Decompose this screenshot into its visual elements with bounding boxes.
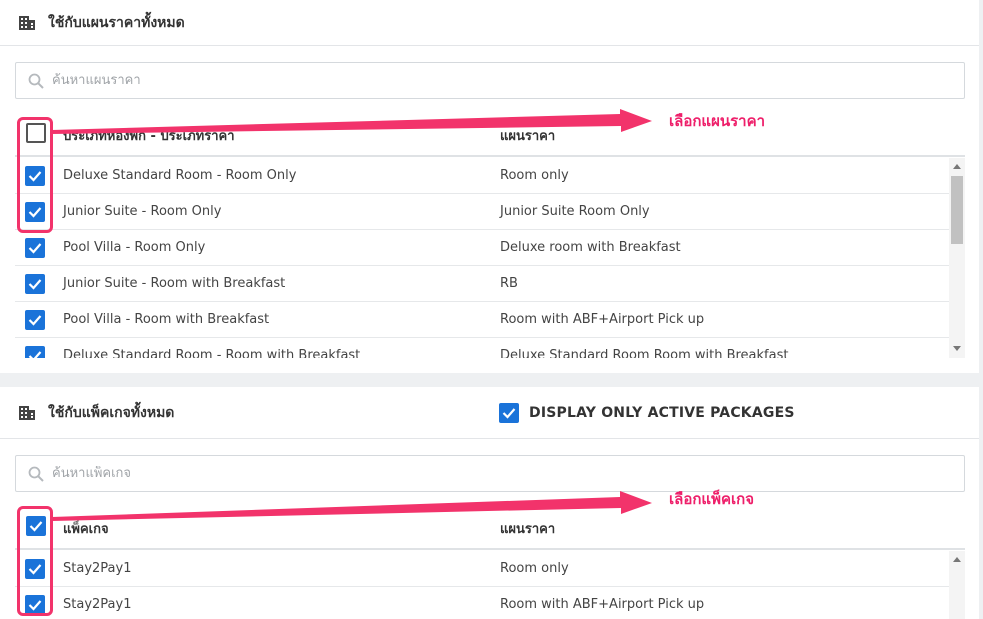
checkmark-icon [502, 408, 516, 419]
column-header-room-type: ประเภทห้องพัก - ประเภทราคา [63, 129, 235, 144]
row-checkbox[interactable] [25, 274, 45, 294]
checkmark-icon [28, 351, 42, 358]
row-cell-name: Junior Suite - Room Only [63, 204, 222, 219]
search-icon [28, 73, 44, 89]
rate-plan-table-header: ประเภทห้องพัก - ประเภทราคา แผนราคา [15, 107, 965, 157]
table-row[interactable]: Deluxe Standard Room - Room Only Room onl… [15, 158, 949, 194]
table-row[interactable]: Stay2Pay1 Room only [15, 551, 949, 587]
package-search-box[interactable] [15, 455, 965, 492]
rate-plan-rows: Deluxe Standard Room - Room Only Room onl… [15, 158, 949, 358]
row-cell-rate-plan: RB [500, 276, 518, 291]
table-row[interactable]: Pool Villa - Room with Breakfast Room wit… [15, 302, 949, 338]
rate-plan-highlight-box [17, 117, 53, 233]
search-icon [28, 466, 44, 482]
row-cell-rate-plan: Room with ABF+Airport Pick up [500, 597, 705, 612]
package-table-header: แพ็คเกจ แผนราคา [15, 500, 965, 550]
building-icon [19, 405, 35, 420]
row-checkbox[interactable] [25, 310, 45, 330]
rate-plan-search-input[interactable] [52, 73, 964, 88]
table-row[interactable]: Deluxe Standard Room - Room with Breakfa… [15, 338, 949, 358]
active-packages-label: DISPLAY ONLY ACTIVE PACKAGES [529, 405, 795, 421]
scroll-down-arrow-icon[interactable] [953, 346, 961, 351]
row-cell-name: Stay2Pay1 [63, 597, 132, 612]
row-cell-name: Pool Villa - Room with Breakfast [63, 312, 270, 327]
row-cell-name: Junior Suite - Room with Breakfast [63, 276, 286, 291]
column-header-package: แพ็คเกจ [63, 522, 109, 537]
package-highlight-box [17, 506, 53, 616]
packages-header: ใช้กับแพ็คเกจทั้งหมด DISPLAY ONLY ACTIVE… [0, 387, 979, 439]
checkmark-icon [28, 315, 42, 326]
packages-title: ใช้กับแพ็คเกจทั้งหมด [48, 404, 175, 421]
row-cell-rate-plan: Room only [500, 561, 569, 576]
rate-plans-title: ใช้กับแผนราคาทั้งหมด [48, 14, 185, 31]
rate-plan-scrollbar[interactable] [949, 158, 965, 358]
rate-plans-panel: ใช้กับแผนราคาทั้งหมด ประเภทห้องพัก - ประ… [0, 0, 979, 373]
scroll-up-arrow-icon[interactable] [953, 557, 961, 562]
row-checkbox[interactable] [25, 346, 45, 358]
column-header-rate-plan: แผนราคา [500, 522, 556, 537]
table-row[interactable]: Stay2Pay1 Room with ABF+Airport Pick up [15, 587, 949, 619]
row-checkbox[interactable] [25, 238, 45, 258]
column-header-rate-plan: แผนราคา [500, 129, 556, 144]
scroll-up-arrow-icon[interactable] [953, 164, 961, 169]
row-cell-name: Deluxe Standard Room - Room Only [63, 168, 297, 183]
package-rows: Stay2Pay1 Room only Stay2Pay1 Room with ABF… [15, 551, 949, 619]
row-cell-rate-plan: Junior Suite Room Only [500, 204, 650, 219]
table-row[interactable]: Pool Villa - Room Only Deluxe room with B… [15, 230, 949, 266]
row-cell-name: Pool Villa - Room Only [63, 240, 206, 255]
row-cell-name: Deluxe Standard Room - Room with Breakfa… [63, 348, 361, 358]
active-packages-checkbox[interactable] [499, 403, 519, 423]
table-row[interactable]: Junior Suite - Room with Breakfast RB [15, 266, 949, 302]
rate-plan-search-box[interactable] [15, 62, 965, 99]
table-row[interactable]: Junior Suite - Room Only Junior Suite Roo… [15, 194, 949, 230]
rate-plans-header: ใช้กับแผนราคาทั้งหมด [0, 0, 979, 46]
building-icon [19, 15, 35, 30]
row-cell-rate-plan: Room with ABF+Airport Pick up [500, 312, 705, 327]
active-packages-toggle[interactable]: DISPLAY ONLY ACTIVE PACKAGES [499, 403, 795, 423]
row-cell-rate-plan: Deluxe room with Breakfast [500, 240, 681, 255]
package-search-input[interactable] [52, 466, 964, 481]
row-cell-rate-plan: Deluxe Standard Room Room with Breakfast [500, 348, 789, 358]
select-rate-plan-annotation: เลือกแผนราคา [669, 112, 766, 130]
row-cell-rate-plan: Room only [500, 168, 569, 183]
checkmark-icon [28, 279, 42, 290]
scroll-thumb[interactable] [951, 176, 963, 244]
checkmark-icon [28, 243, 42, 254]
package-scrollbar[interactable] [949, 551, 965, 619]
select-package-annotation: เลือกแพ็คเกจ [669, 490, 754, 508]
row-cell-name: Stay2Pay1 [63, 561, 132, 576]
packages-panel: ใช้กับแพ็คเกจทั้งหมด DISPLAY ONLY ACTIVE… [0, 387, 979, 619]
